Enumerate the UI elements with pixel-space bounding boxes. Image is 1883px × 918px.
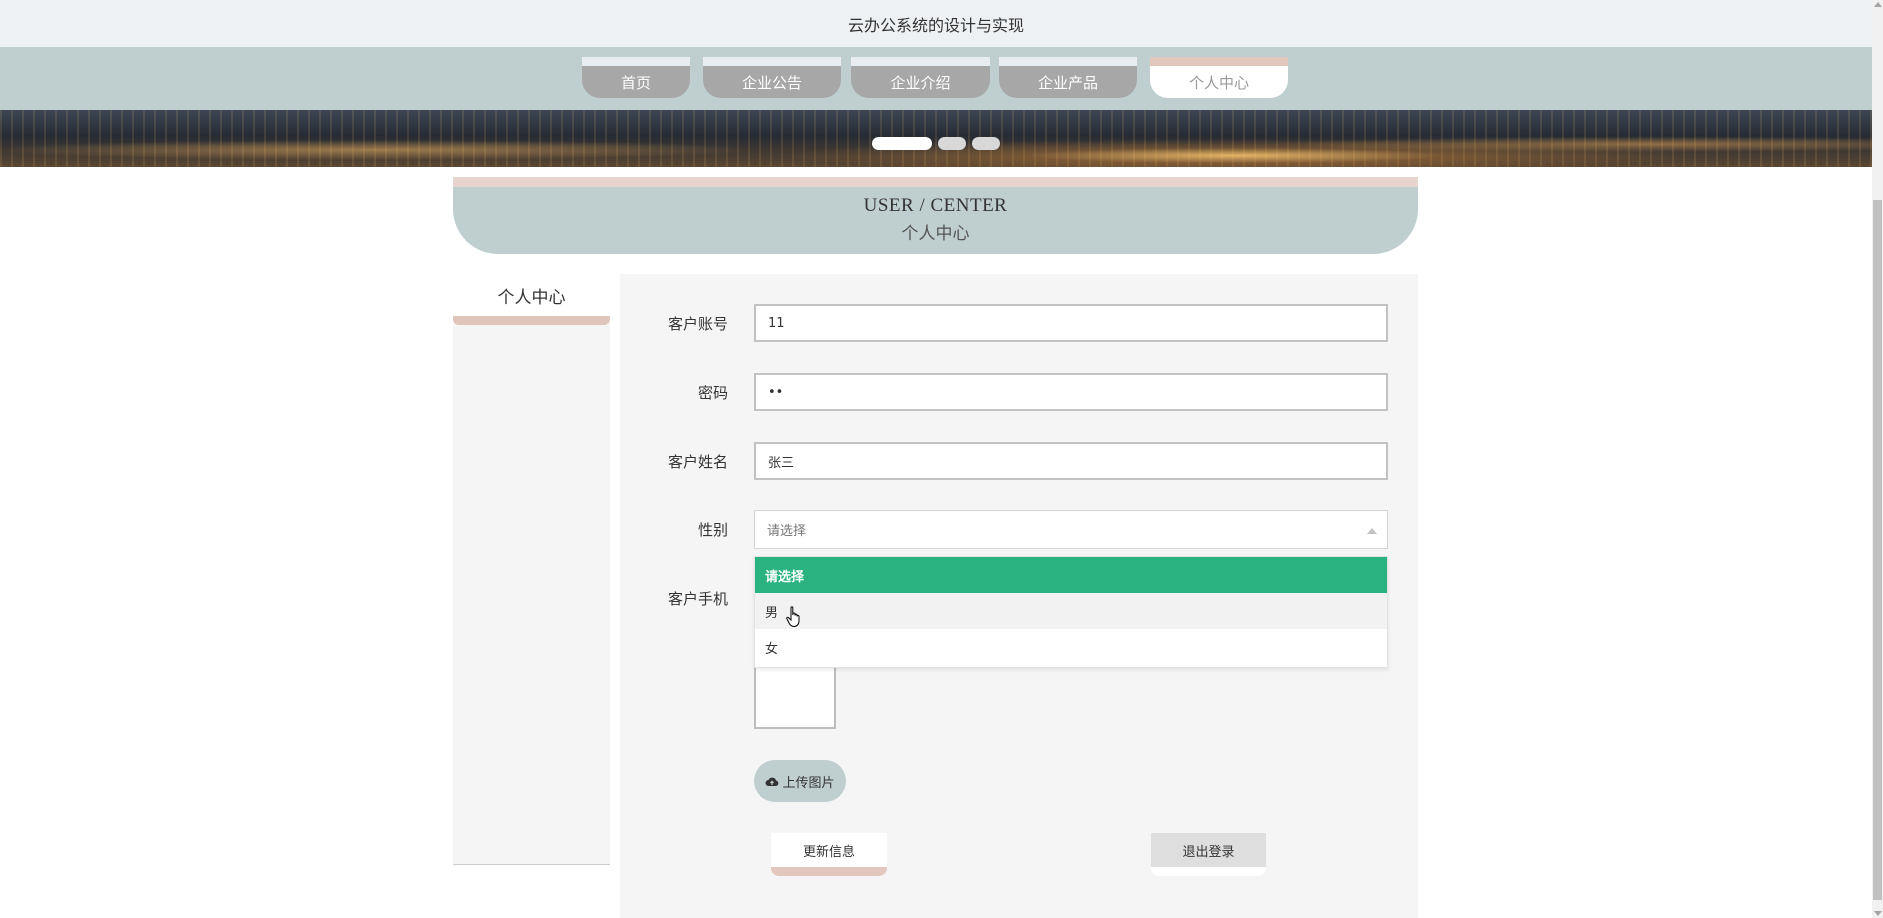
password-field[interactable]: ••: [754, 373, 1388, 411]
page-scrollbar[interactable]: [1872, 0, 1883, 918]
password-label: 密码: [697, 384, 728, 402]
section-title-cn: 个人中心: [901, 224, 970, 244]
nav-tab-products[interactable]: 企业产品: [999, 57, 1137, 98]
gender-dropdown: 请选择 男 女: [754, 556, 1388, 668]
banner-carousel: [0, 110, 1872, 167]
sidebar: 个人中心: [453, 274, 610, 865]
carousel-dot-3[interactable]: [972, 137, 1000, 150]
image-preview: [754, 664, 836, 729]
gender-option-female[interactable]: 女: [755, 629, 1387, 665]
nav-bar: 首页 企业公告 企业介绍 企业产品 个人中心: [0, 47, 1872, 110]
carousel-dot-1[interactable]: [872, 137, 932, 150]
nav-tab-announcements[interactable]: 企业公告: [703, 57, 841, 98]
logout-button[interactable]: 退出登录: [1151, 833, 1266, 876]
carousel-indicators: [872, 137, 1000, 150]
name-label: 客户姓名: [667, 453, 728, 471]
scroll-thumb[interactable]: [1873, 200, 1882, 900]
site-title: 云办公系统的设计与实现: [847, 15, 1024, 35]
gender-option-male[interactable]: 男: [755, 593, 1387, 629]
upload-image-label: 上传图片: [782, 775, 835, 791]
scroll-down-arrow-icon[interactable]: [1874, 911, 1882, 916]
phone-label: 客户手机: [667, 590, 728, 608]
gender-option-placeholder[interactable]: 请选择: [755, 557, 1387, 593]
account-label: 客户账号: [667, 315, 728, 333]
gender-select-value: 请选择: [767, 524, 807, 539]
carousel-dot-2[interactable]: [938, 137, 966, 150]
section-title-en: USER / CENTER: [863, 195, 1008, 216]
section-header: USER / CENTER 个人中心: [453, 177, 1418, 254]
top-bar: 云办公系统的设计与实现: [0, 0, 1872, 47]
upload-image-button[interactable]: 上传图片: [754, 760, 846, 802]
account-field[interactable]: 11: [754, 304, 1388, 342]
sidebar-item-user-center[interactable]: 个人中心: [453, 274, 610, 325]
nav-tab-home[interactable]: 首页: [582, 57, 690, 98]
gender-select[interactable]: 请选择: [754, 510, 1388, 549]
nav-tab-user-center[interactable]: 个人中心: [1150, 57, 1288, 98]
profile-form: 客户账号 11 密码 •• 客户姓名 张三 性别 请选择 客户手机 请选择 男 …: [620, 274, 1418, 918]
hand-cursor-icon: [786, 606, 800, 628]
cloud-upload-icon: [765, 777, 779, 786]
gender-label: 性别: [697, 521, 728, 539]
name-field[interactable]: 张三: [754, 442, 1388, 480]
caret-up-icon: [1367, 528, 1377, 534]
scroll-up-arrow-icon[interactable]: [1874, 2, 1882, 7]
update-info-button[interactable]: 更新信息: [771, 833, 887, 876]
nav-tab-about[interactable]: 企业介绍: [851, 57, 990, 98]
